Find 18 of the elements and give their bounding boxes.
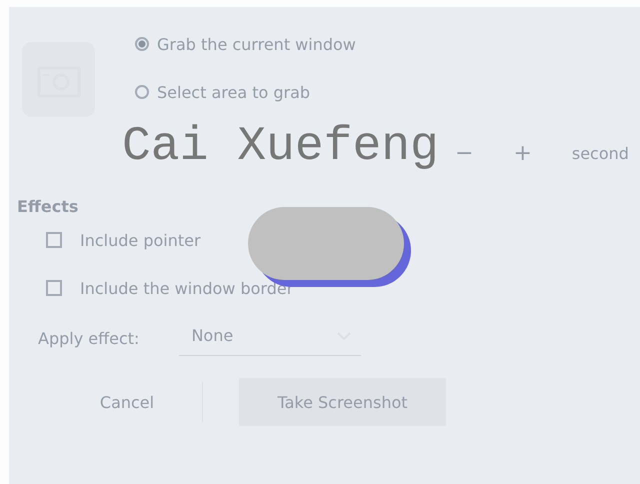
checkbox-label: Include the window border: [80, 278, 294, 298]
pill-button[interactable]: [248, 207, 404, 280]
user-name: Cai Xuefeng: [122, 122, 439, 172]
option-label: Select area to grab: [157, 82, 310, 102]
cancel-button[interactable]: Cancel: [52, 382, 202, 422]
effect-dropdown[interactable]: None: [179, 320, 362, 356]
section-title: Effects: [17, 197, 80, 216]
increase-button[interactable]: +: [513, 140, 532, 166]
option-label: Grab the current window: [157, 34, 356, 54]
checkbox[interactable]: [46, 232, 62, 248]
radio-button[interactable]: [135, 37, 149, 51]
checkbox-label: Include pointer: [80, 230, 201, 250]
checkbox[interactable]: [46, 280, 62, 296]
delay-unit: second: [572, 144, 629, 162]
primary-button[interactable]: Take Screenshot: [239, 378, 446, 426]
radio-button[interactable]: [135, 85, 149, 99]
apply-effect-label: Apply effect:: [38, 328, 140, 348]
decrease-button[interactable]: −: [455, 140, 474, 166]
